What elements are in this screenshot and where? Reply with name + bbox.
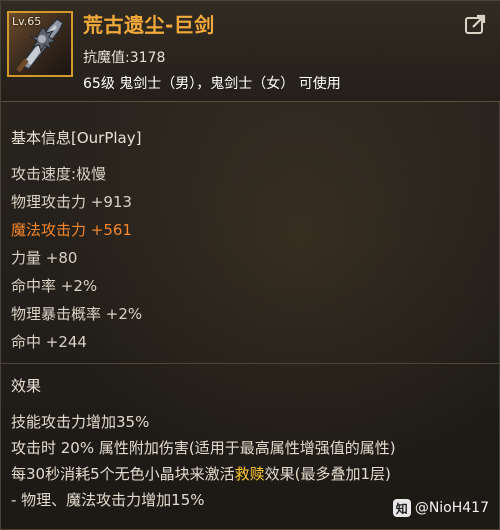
share-icon[interactable]: [463, 13, 487, 37]
section-divider: [1, 363, 500, 364]
level-badge: Lv.65: [12, 15, 42, 28]
stat-physical-attack: 物理攻击力 +913: [11, 193, 132, 211]
zhihu-logo-icon: 知: [392, 499, 411, 517]
watermark-text: @NioH417: [414, 500, 489, 516]
watermark: 知 @NioH417: [392, 499, 489, 517]
stat-hit: 命中 +244: [11, 333, 87, 351]
effect-line-4: - 物理、魔法攻击力增加15%: [11, 491, 205, 509]
effect-line-2: 攻击时 20% 属性附加伤害(适用于最高属性增强值的属性): [11, 439, 396, 457]
item-icon-frame[interactable]: Lv.65: [7, 11, 73, 77]
basic-info-title: 基本信息[OurPlay]: [11, 129, 142, 147]
stat-magic-attack: 魔法攻击力 +561: [11, 221, 132, 239]
item-header: Lv.65 荒古遗尘-巨剑 抗魔值:3178 65级 鬼剑士（男），鬼剑士（女）…: [1, 1, 500, 102]
resistance-value: 抗魔值:3178: [83, 50, 166, 66]
item-tooltip-panel: Lv.65 荒古遗尘-巨剑 抗魔值:3178 65级 鬼剑士（男），鬼剑士（女）…: [0, 0, 500, 530]
usable-classes: 65级 鬼剑士（男），鬼剑士（女） 可使用: [83, 76, 341, 92]
effect-line-3-pre: 每30秒消耗5个无色小晶块来激活: [11, 465, 235, 483]
keyword-redemption: 救赎: [234, 465, 265, 483]
effect-line-3-post: 效果(最多叠加1层): [264, 465, 391, 483]
effect-title: 效果: [11, 377, 42, 395]
stat-hit-rate: 命中率 +2%: [11, 277, 98, 295]
stat-physical-crit: 物理暴击概率 +2%: [11, 305, 143, 323]
stat-attack-speed: 攻击速度:极慢: [11, 165, 107, 183]
effect-line-3: 每30秒消耗5个无色小晶块来激活救赎效果(最多叠加1层): [11, 463, 391, 484]
item-name: 荒古遗尘-巨剑: [83, 13, 215, 37]
effect-line-1: 技能攻击力增加35%: [11, 413, 150, 431]
stat-strength: 力量 +80: [11, 249, 78, 267]
